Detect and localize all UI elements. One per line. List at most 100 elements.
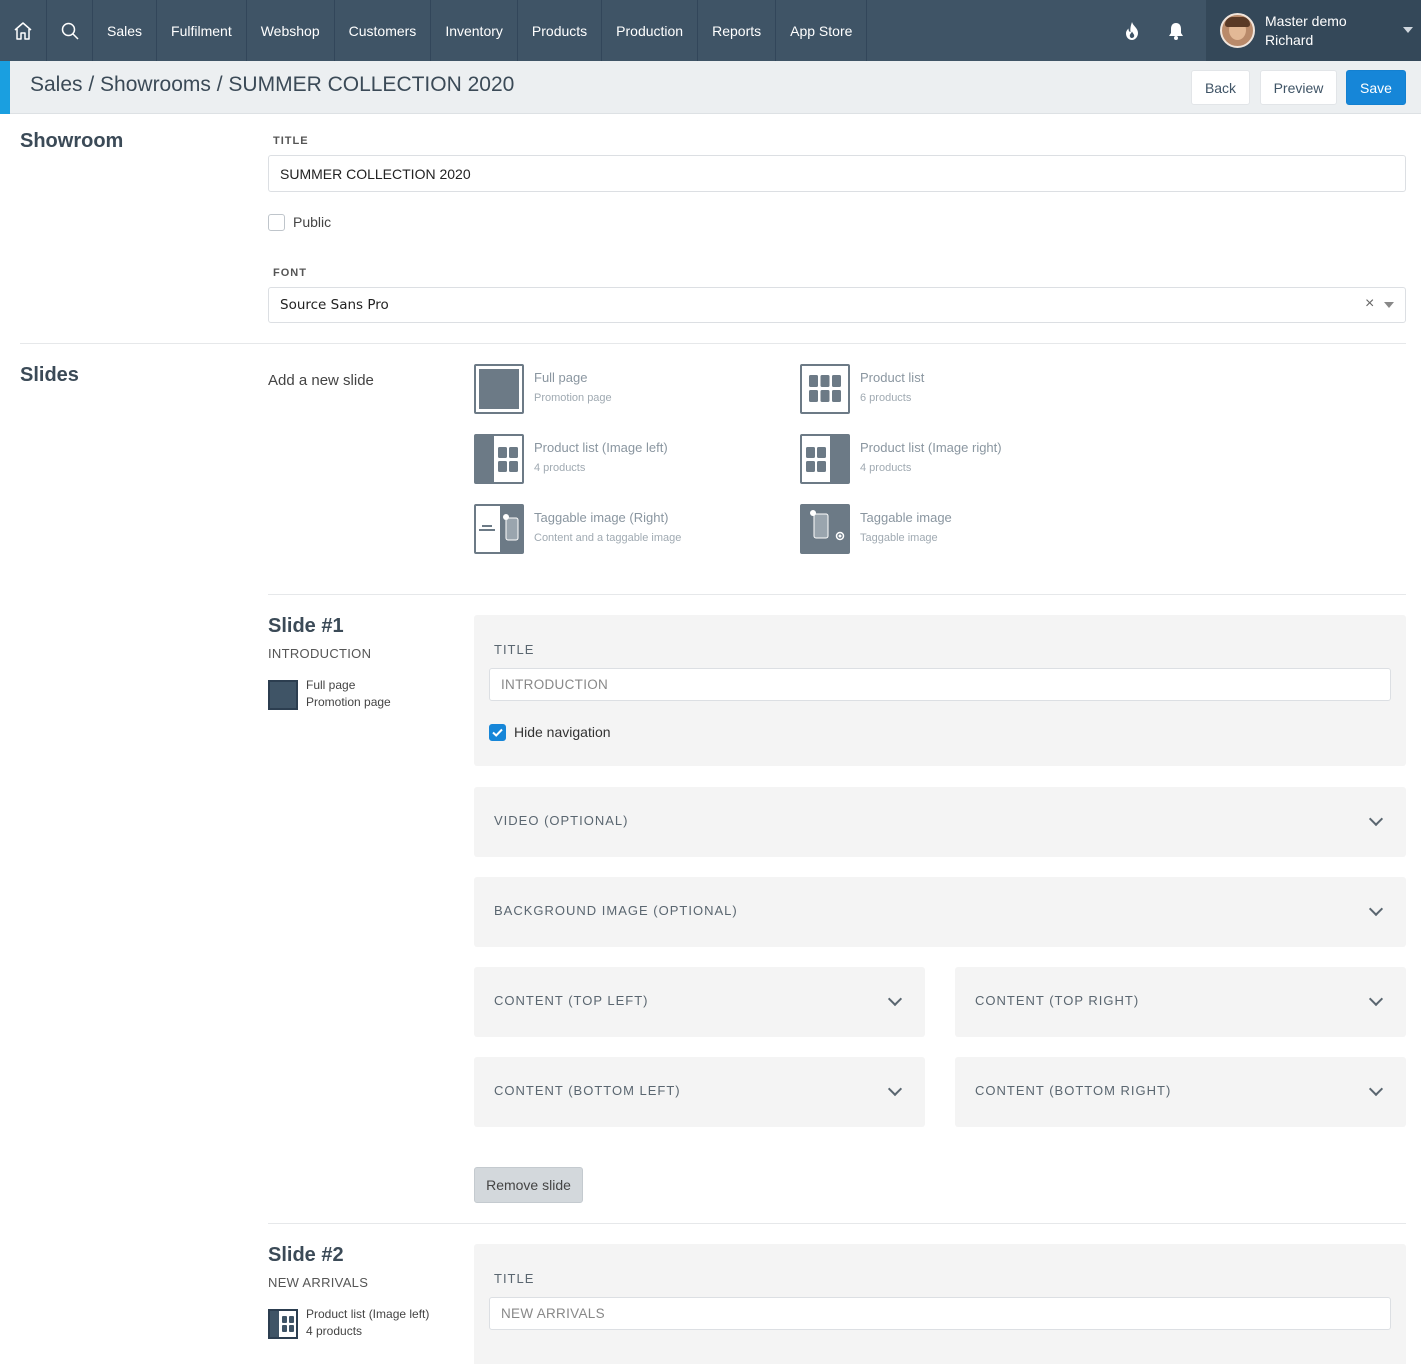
home-icon xyxy=(14,21,32,40)
nav-fulfilment[interactable]: Fulfilment xyxy=(157,0,247,61)
chevron-down-icon xyxy=(887,991,903,1007)
content-bottom-left-accordion[interactable]: CONTENT (BOTTOM LEFT) xyxy=(474,1057,925,1127)
select-caret-icon[interactable] xyxy=(1384,302,1394,308)
slide-type-sub: Taggable image xyxy=(860,532,938,544)
product-list-image-right-icon xyxy=(800,434,850,484)
slide-1-title-input[interactable]: INTRODUCTION xyxy=(489,668,1391,701)
full-page-icon xyxy=(474,364,524,414)
slide-type-name: Product list (Image left) xyxy=(534,440,668,455)
check-icon xyxy=(492,728,503,737)
chevron-down-icon xyxy=(1368,991,1384,1007)
home-button[interactable] xyxy=(0,0,47,61)
chevron-down-icon xyxy=(1368,811,1384,827)
divider xyxy=(268,594,1406,595)
slide-2-type-sub: 4 products xyxy=(306,1324,363,1338)
chevron-down-icon xyxy=(887,1081,903,1097)
nav-production[interactable]: Production xyxy=(602,0,699,61)
slide-2-subtitle: NEW ARRIVALS xyxy=(268,1275,369,1290)
content-bottom-right-accordion[interactable]: CONTENT (BOTTOM RIGHT) xyxy=(955,1057,1406,1127)
nav-sales[interactable]: Sales xyxy=(93,0,158,61)
full-page-icon xyxy=(268,680,298,710)
slide-1-heading: Slide #1 xyxy=(268,615,344,637)
save-button[interactable]: Save xyxy=(1346,70,1406,105)
slide-type-name: Full page xyxy=(534,370,588,385)
slide-2-type-name: Product list (Image left) xyxy=(306,1307,430,1321)
nav-app-store[interactable]: App Store xyxy=(776,0,868,61)
product-grid-icon xyxy=(800,364,850,414)
nav-products[interactable]: Products xyxy=(518,0,603,61)
slide-type-sub: Promotion page xyxy=(534,392,612,404)
slide-type-product-list-image-right[interactable]: Product list (Image right) 4 products xyxy=(800,434,1002,484)
page-header: Sales / Showrooms / SUMMER COLLECTION 20… xyxy=(0,61,1421,114)
nav-webshop[interactable]: Webshop xyxy=(247,0,335,61)
search-icon xyxy=(61,22,79,40)
slide-2-heading: Slide #2 xyxy=(268,1244,344,1266)
remove-slide-button[interactable]: Remove slide xyxy=(474,1167,583,1203)
product-list-image-left-icon xyxy=(268,1309,298,1339)
slide-1-title-label: TITLE xyxy=(494,642,535,657)
slide-type-name: Product list xyxy=(860,370,925,385)
public-checkbox[interactable] xyxy=(268,214,285,231)
video-accordion[interactable]: VIDEO (OPTIONAL) xyxy=(474,787,1406,857)
slide-type-product-list[interactable]: Product list 6 products xyxy=(800,364,924,414)
hide-navigation-checkbox[interactable] xyxy=(489,724,506,741)
chevron-down-icon xyxy=(1403,27,1413,33)
slide-2-settings-panel: TITLE NEW ARRIVALS xyxy=(474,1244,1406,1364)
slide-type-taggable-image-right[interactable]: Taggable image (Right) Content and a tag… xyxy=(474,504,681,554)
fire-icon xyxy=(1126,21,1138,40)
content-top-left-accordion[interactable]: CONTENT (TOP LEFT) xyxy=(474,967,925,1037)
slide-2-title-input[interactable]: NEW ARRIVALS xyxy=(489,1297,1391,1330)
nav-inventory[interactable]: Inventory xyxy=(431,0,518,61)
public-label: Public xyxy=(293,214,332,230)
slide-type-taggable-image[interactable]: Taggable image Taggable image xyxy=(800,504,952,554)
preview-button[interactable]: Preview xyxy=(1260,70,1337,105)
slide-type-name: Taggable image (Right) xyxy=(534,510,669,525)
content-top-right-accordion[interactable]: CONTENT (TOP RIGHT) xyxy=(955,967,1406,1037)
showroom-section-title: Showroom xyxy=(20,130,124,152)
background-image-accordion[interactable]: BACKGROUND IMAGE (OPTIONAL) xyxy=(474,877,1406,947)
search-button[interactable] xyxy=(47,0,93,61)
taggable-image-right-icon xyxy=(474,504,524,554)
nav-customers[interactable]: Customers xyxy=(335,0,432,61)
content-top-left-label: CONTENT (TOP LEFT) xyxy=(494,993,649,1008)
divider xyxy=(20,343,1406,344)
chevron-down-icon xyxy=(1368,1081,1384,1097)
bell-icon xyxy=(1169,22,1183,40)
user-menu[interactable]: Master demo Richard xyxy=(1206,0,1421,61)
content-bottom-right-label: CONTENT (BOTTOM RIGHT) xyxy=(975,1083,1172,1098)
font-label: FONT xyxy=(273,267,307,279)
slide-1-type-name: Full page xyxy=(306,678,356,692)
top-navigation: Sales Fulfilment Webshop Customers Inven… xyxy=(0,0,1421,61)
slide-type-sub: 4 products xyxy=(534,462,586,474)
back-button[interactable]: Back xyxy=(1191,70,1250,105)
slide-type-sub: Content and a taggable image xyxy=(534,532,682,544)
chevron-down-icon xyxy=(1368,901,1384,917)
user-name: Richard xyxy=(1265,31,1314,48)
notifications-button[interactable] xyxy=(1154,0,1198,61)
showroom-title-input[interactable]: SUMMER COLLECTION 2020 xyxy=(268,155,1406,192)
background-image-label: BACKGROUND IMAGE (OPTIONAL) xyxy=(494,903,738,918)
product-list-image-left-icon xyxy=(474,434,524,484)
taggable-image-icon xyxy=(800,504,850,554)
breadcrumb: Sales / Showrooms / SUMMER COLLECTION 20… xyxy=(30,73,515,96)
activity-button[interactable] xyxy=(1110,0,1154,61)
slide-1-subtitle: INTRODUCTION xyxy=(268,646,372,661)
hide-navigation-label: Hide navigation xyxy=(514,724,611,740)
slide-1-settings-panel: TITLE INTRODUCTION Hide navigation xyxy=(474,615,1406,766)
slide-1-type-sub: Promotion page xyxy=(306,695,391,709)
video-label: VIDEO (OPTIONAL) xyxy=(494,813,629,828)
font-select-value: Source Sans Pro xyxy=(280,297,389,313)
clear-icon[interactable]: × xyxy=(1365,295,1374,313)
slide-type-sub: 4 products xyxy=(860,462,912,474)
title-label: TITLE xyxy=(273,135,309,147)
slide-type-product-list-image-left[interactable]: Product list (Image left) 4 products xyxy=(474,434,668,484)
header-accent xyxy=(0,61,10,114)
slide-type-sub: 6 products xyxy=(860,392,912,404)
nav-reports[interactable]: Reports xyxy=(698,0,777,61)
slide-type-full-page[interactable]: Full page Promotion page xyxy=(474,364,612,414)
content-top-right-label: CONTENT (TOP RIGHT) xyxy=(975,993,1140,1008)
divider xyxy=(268,1223,1406,1224)
content-bottom-left-label: CONTENT (BOTTOM LEFT) xyxy=(494,1083,681,1098)
font-select[interactable]: Source Sans Pro xyxy=(268,287,1406,323)
